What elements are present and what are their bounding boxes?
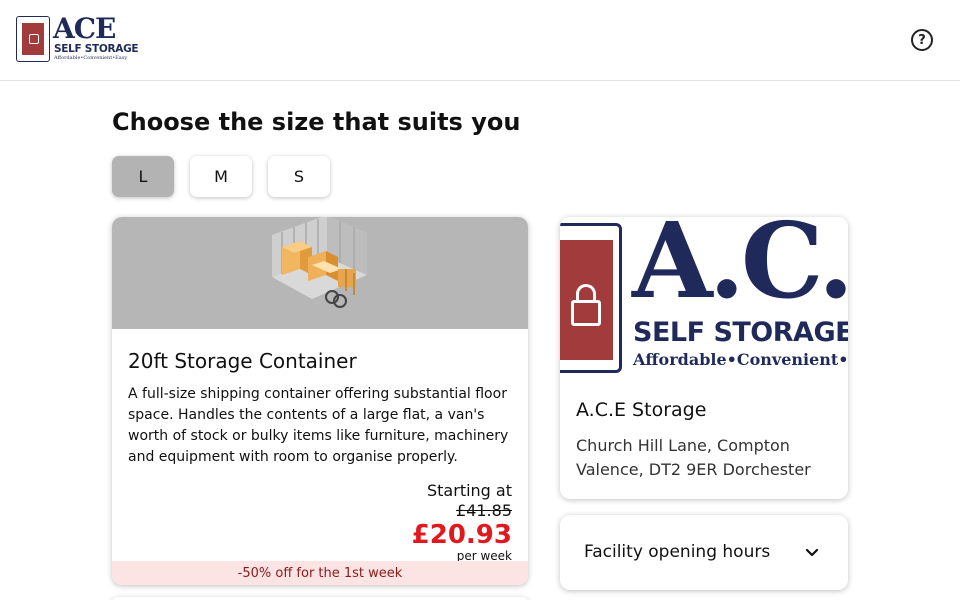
- facility-logo: A.C.E SELF STORAGE Affordable•Convenient…: [560, 217, 848, 377]
- chevron-down-icon: [805, 548, 819, 557]
- facility-address: Church Hill Lane, Compton Valence, DT2 9…: [576, 436, 811, 479]
- container-image: [112, 217, 528, 329]
- unit-name: 20ft Storage Container: [128, 349, 357, 373]
- playing-card-icon: [560, 223, 622, 373]
- size-tab-m[interactable]: M: [190, 156, 252, 197]
- opening-hours-label: Facility opening hours: [584, 542, 771, 562]
- original-price: £41.85: [456, 501, 512, 520]
- logo-name: ACE: [53, 12, 116, 45]
- help-icon[interactable]: ?: [911, 29, 933, 51]
- facility-name: A.C.E Storage: [576, 399, 707, 421]
- size-tabs: L M S: [112, 156, 330, 197]
- logo-tagline: Affordable•Convenient•Easy: [54, 55, 128, 61]
- size-tab-l[interactable]: L: [112, 156, 174, 197]
- ace-logo[interactable]: ACE SELF STORAGE Affordable•Convenient•E…: [16, 12, 139, 64]
- logo-subtitle: SELF STORAGE: [54, 43, 139, 55]
- facility-logo-tagline: Affordable•Convenient•Easy: [633, 350, 848, 369]
- header: ACE SELF STORAGE Affordable•Convenient•E…: [0, 0, 960, 81]
- page-title: Choose the size that suits you: [112, 108, 521, 136]
- price-starting-label: Starting at: [427, 481, 512, 500]
- storage-container-illustration: [272, 217, 367, 308]
- opening-hours-toggle[interactable]: Facility opening hours: [560, 515, 848, 590]
- unit-description: A full-size shipping container offering …: [128, 386, 509, 465]
- size-tab-s[interactable]: S: [268, 156, 330, 197]
- price-block: Starting at £41.85 £20.93 per week: [412, 481, 512, 563]
- facility-card[interactable]: A.C.E SELF STORAGE Affordable•Convenient…: [560, 217, 848, 499]
- discounted-price: £20.93: [411, 520, 512, 550]
- facility-logo-subtitle: SELF STORAGE: [633, 317, 848, 348]
- facility-logo-name: A.C.E: [632, 217, 848, 322]
- discount-banner: -50% off for the 1st week: [112, 561, 528, 585]
- playing-card-icon: [16, 16, 50, 62]
- unit-card[interactable]: 20ft Storage Container A full-size shipp…: [112, 217, 528, 585]
